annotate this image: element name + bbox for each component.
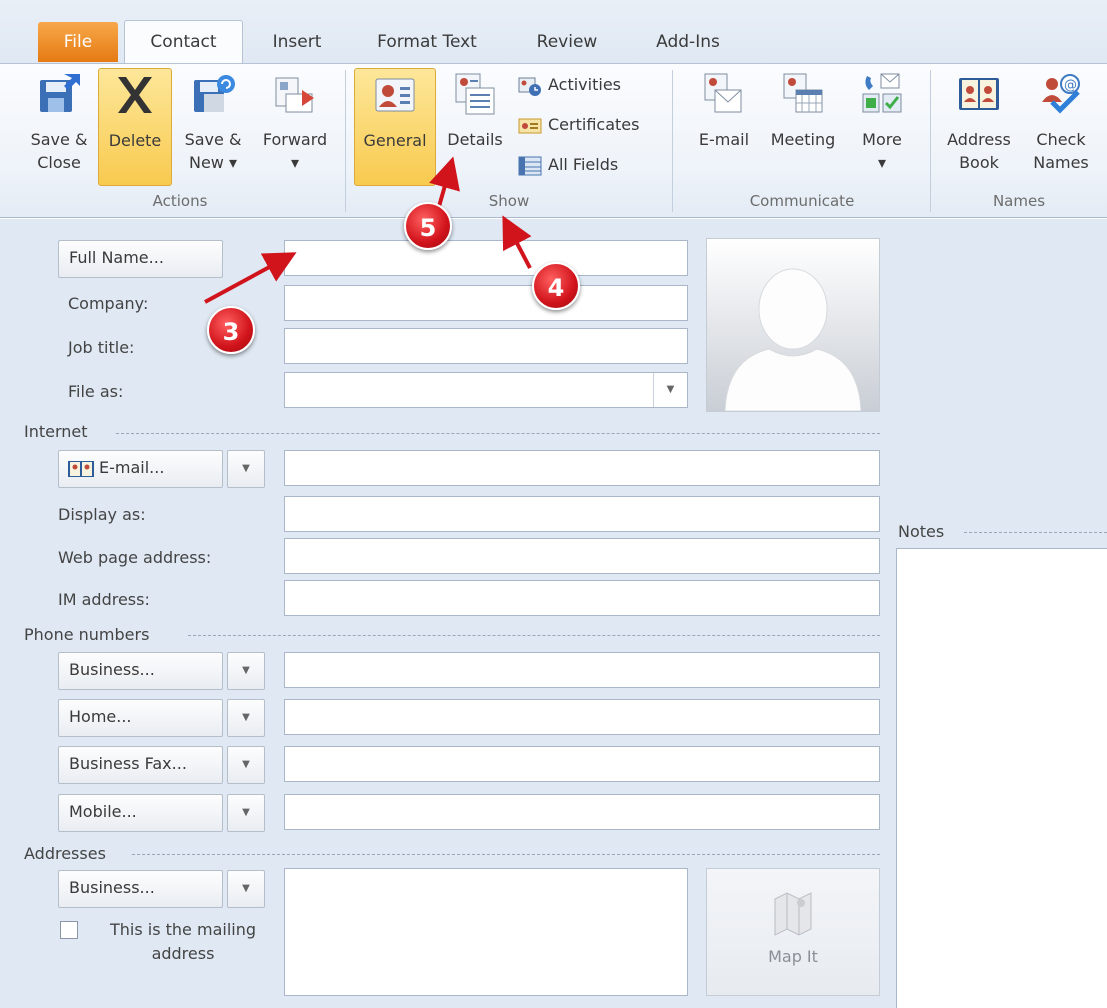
arrow-5 <box>429 156 460 211</box>
annotation-arrows <box>204 156 532 304</box>
arrow-4 <box>502 215 532 269</box>
annotation-marker-3: 3 <box>207 306 255 354</box>
arrow-3 <box>204 252 297 304</box>
annotation-marker-4: 4 <box>532 262 580 310</box>
annotation-marker-5: 5 <box>404 202 452 250</box>
